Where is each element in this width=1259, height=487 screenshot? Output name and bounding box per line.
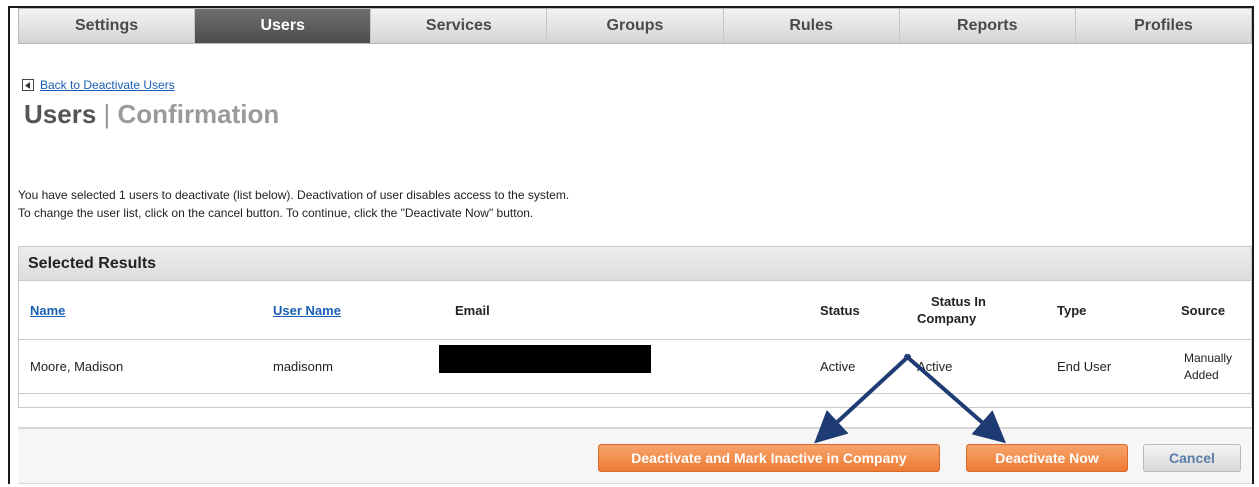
row-source-line1: Manually bbox=[1184, 350, 1233, 365]
back-arrow-icon bbox=[22, 79, 34, 91]
main-tab-bar: Settings Users Services Groups Rules Rep… bbox=[18, 8, 1252, 44]
page-title-main: Users bbox=[24, 99, 97, 129]
row-type: End User bbox=[1057, 359, 1112, 374]
column-header-email: Email bbox=[455, 302, 490, 318]
column-header-user-name[interactable]: User Name bbox=[273, 281, 341, 339]
tab-settings[interactable]: Settings bbox=[19, 9, 196, 43]
column-header-source: Source bbox=[1181, 302, 1226, 318]
selected-results-title: Selected Results bbox=[19, 247, 1251, 281]
tab-reports[interactable]: Reports bbox=[900, 9, 1076, 43]
page-title-sub: Confirmation bbox=[117, 99, 280, 129]
deactivate-mark-inactive-button[interactable]: Deactivate and Mark Inactive in Company bbox=[598, 444, 940, 472]
row-name: Moore, Madison bbox=[30, 359, 124, 374]
row-user-name: madisonm bbox=[273, 359, 333, 374]
row-source-line2: Added bbox=[1184, 367, 1219, 382]
row-status-in-company: Active bbox=[917, 359, 953, 374]
results-column-headers: Name User Name Email Status Status In Co… bbox=[19, 281, 1251, 340]
tab-users[interactable]: Users bbox=[195, 9, 372, 43]
column-header-status: Status bbox=[820, 302, 860, 318]
back-link[interactable]: Back to Deactivate Users bbox=[22, 78, 175, 92]
row-source: Manually Added bbox=[1184, 340, 1232, 393]
row-status: Active bbox=[820, 359, 856, 374]
column-header-name[interactable]: Name bbox=[30, 281, 65, 339]
page-frame bbox=[8, 6, 1254, 484]
deactivate-now-button[interactable]: Deactivate Now bbox=[966, 444, 1128, 472]
page-title: Users | Confirmation bbox=[24, 99, 279, 130]
column-header-status-in-company-line1: Status In bbox=[931, 294, 986, 309]
instructions: You have selected 1 users to deactivate … bbox=[18, 186, 569, 222]
instruction-line-2: To change the user list, click on the ca… bbox=[18, 206, 534, 220]
page-title-separator: | bbox=[103, 99, 111, 129]
column-header-status-in-company-line2: Company bbox=[917, 311, 977, 326]
tab-rules[interactable]: Rules bbox=[724, 9, 900, 43]
cancel-button[interactable]: Cancel bbox=[1143, 444, 1241, 472]
selected-results-panel: Selected Results Name User Name Email St… bbox=[18, 246, 1252, 408]
redacted-email bbox=[439, 345, 651, 373]
tab-profiles[interactable]: Profiles bbox=[1076, 9, 1251, 43]
tab-services[interactable]: Services bbox=[371, 9, 548, 43]
column-header-type: Type bbox=[1057, 302, 1087, 318]
tab-groups[interactable]: Groups bbox=[547, 9, 724, 43]
column-header-status-in-company: Status In Company bbox=[917, 281, 986, 339]
instruction-line-1: You have selected 1 users to deactivate … bbox=[18, 188, 570, 202]
back-link-label[interactable]: Back to Deactivate Users bbox=[40, 78, 175, 92]
